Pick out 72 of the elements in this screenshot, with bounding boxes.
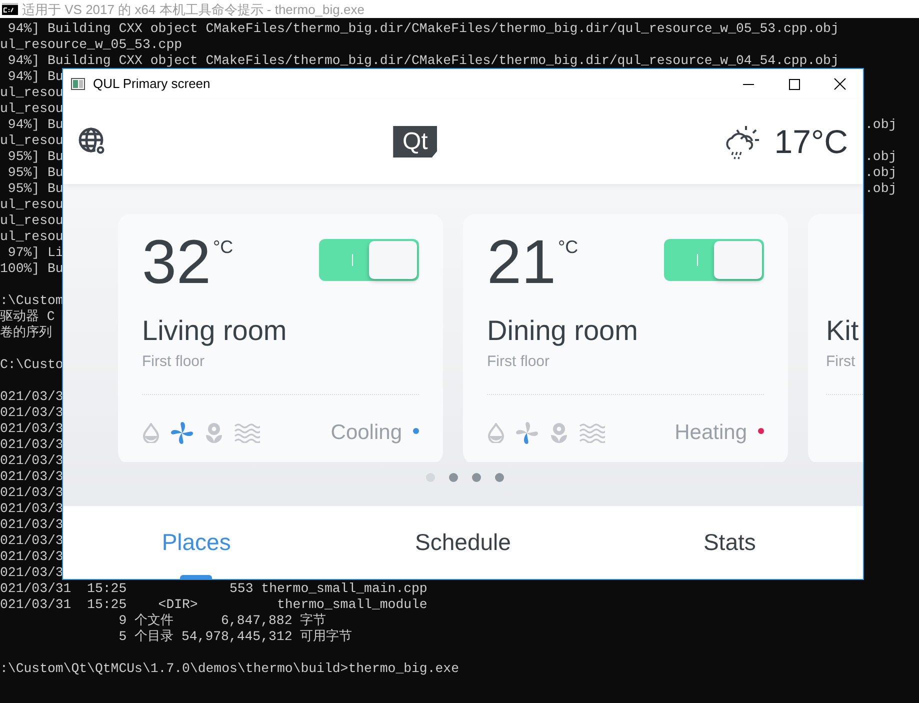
console-line: 5 个目录 54,978,445,312 可用字节 xyxy=(118,629,352,644)
close-icon xyxy=(834,78,846,90)
console-line: C:\Custo xyxy=(0,357,64,372)
mode-label: Heating xyxy=(674,420,747,446)
console-line: 97%] Li xyxy=(6,245,64,260)
console-line: 021/03/3 xyxy=(0,389,64,404)
flower-icon xyxy=(549,422,569,444)
waves-icon xyxy=(579,422,605,443)
console-line: 021/03/3 xyxy=(0,421,64,436)
temperature-unit: °C xyxy=(558,238,578,256)
room-name: Living room xyxy=(142,314,288,348)
room-floor: First floor xyxy=(142,352,206,372)
console-line: 94%] Bu xyxy=(6,69,64,84)
console-line: 95%] Bu xyxy=(6,181,64,196)
console-line: :\Custom xyxy=(0,293,64,308)
console-line: 100%] Bu xyxy=(0,261,64,276)
console-line: 021/03/3 xyxy=(0,533,64,548)
console-line: ul_resou xyxy=(0,133,64,148)
console-line: 021/03/3 xyxy=(0,565,64,580)
console-line: 021/03/31 15:25 553 thermo_small_main.cpp xyxy=(0,581,428,596)
waves-icon xyxy=(234,422,260,443)
console-line: 021/03/3 xyxy=(0,501,64,516)
console-line: 021/03/3 xyxy=(0,405,64,420)
temperature-unit: °C xyxy=(212,238,234,256)
console-line: ul_resou xyxy=(0,229,64,244)
console-line: .obj xyxy=(865,181,897,197)
drop-icon xyxy=(142,422,160,443)
console-line: 021/03/31 15:25 <DIR> thermo_small_module xyxy=(0,597,428,612)
tab[interactable]: Schedule xyxy=(330,506,596,579)
outdoor-temperature: 17°C xyxy=(774,122,848,162)
console-line: :\Custom\Qt\QtMCUs\1.7.0\demos\thermo\build>thermo_big.exe xyxy=(0,661,459,676)
tab[interactable]: Stats xyxy=(596,506,863,579)
console-line: .obj xyxy=(865,149,897,165)
console-line: 95%] Bu xyxy=(6,165,64,180)
room-floor: First xyxy=(826,352,856,372)
console-line: ul_resou xyxy=(0,101,64,116)
console-line: 驱动器 C xyxy=(0,309,55,324)
room-temperature: 21 xyxy=(487,232,556,294)
room-name: Kit xyxy=(826,314,860,348)
room-temperature: 32 xyxy=(142,232,211,294)
window-icon xyxy=(71,78,85,90)
console-line: ul_resou xyxy=(0,85,64,100)
console-line: 卷的序列 xyxy=(0,325,52,340)
room-card[interactable]: Kit First xyxy=(808,214,863,462)
window-title: QUL Primary screen xyxy=(93,75,210,94)
console-line: ul_resou xyxy=(0,213,64,228)
console-line: .obj xyxy=(865,165,897,181)
drop-icon xyxy=(487,422,505,443)
power-toggle[interactable] xyxy=(319,239,419,281)
console-line: 021/03/3 xyxy=(0,549,64,564)
tab-indicator xyxy=(180,575,212,579)
console-line: ul_resource_w_05_53.cpp xyxy=(0,37,182,52)
mode-label: Cooling xyxy=(330,420,402,446)
console-line: 021/03/3 xyxy=(0,437,64,452)
console-line: 021/03/3 xyxy=(0,453,64,468)
console-line: 94%] Bu xyxy=(6,117,64,132)
power-toggle[interactable] xyxy=(664,239,764,281)
console-line: 021/03/3 xyxy=(0,485,64,500)
room-name: Dining room xyxy=(487,314,639,348)
console-title: 适用于 VS 2017 的 x64 本机工具命令提示 - thermo_big.exe xyxy=(22,2,364,16)
console-line: 94%] Building CXX object CMakeFiles/thermo_big.dir/CMakeFiles/thermo_big.dir/qul_resource_w_05_53.cpp.obj xyxy=(6,21,839,36)
console-line: 9 个文件 6,847,882 字节 xyxy=(118,613,326,628)
console-line: 021/03/3 xyxy=(0,469,64,484)
console-line: .obj xyxy=(865,117,897,133)
console-line: 021/03/3 xyxy=(0,517,64,532)
logo: Qt xyxy=(393,126,438,158)
console-line: ul_resou xyxy=(0,197,64,212)
console-line: 95%] Bu xyxy=(6,149,64,164)
room-floor: First floor xyxy=(487,352,551,372)
console-line: 94%] Building CXX object CMakeFiles/thermo_big.dir/CMakeFiles/thermo_big.dir/qul_resource_w_04_54.cpp.obj xyxy=(6,53,839,68)
flower-icon xyxy=(204,422,224,444)
maximize-icon xyxy=(788,78,800,90)
